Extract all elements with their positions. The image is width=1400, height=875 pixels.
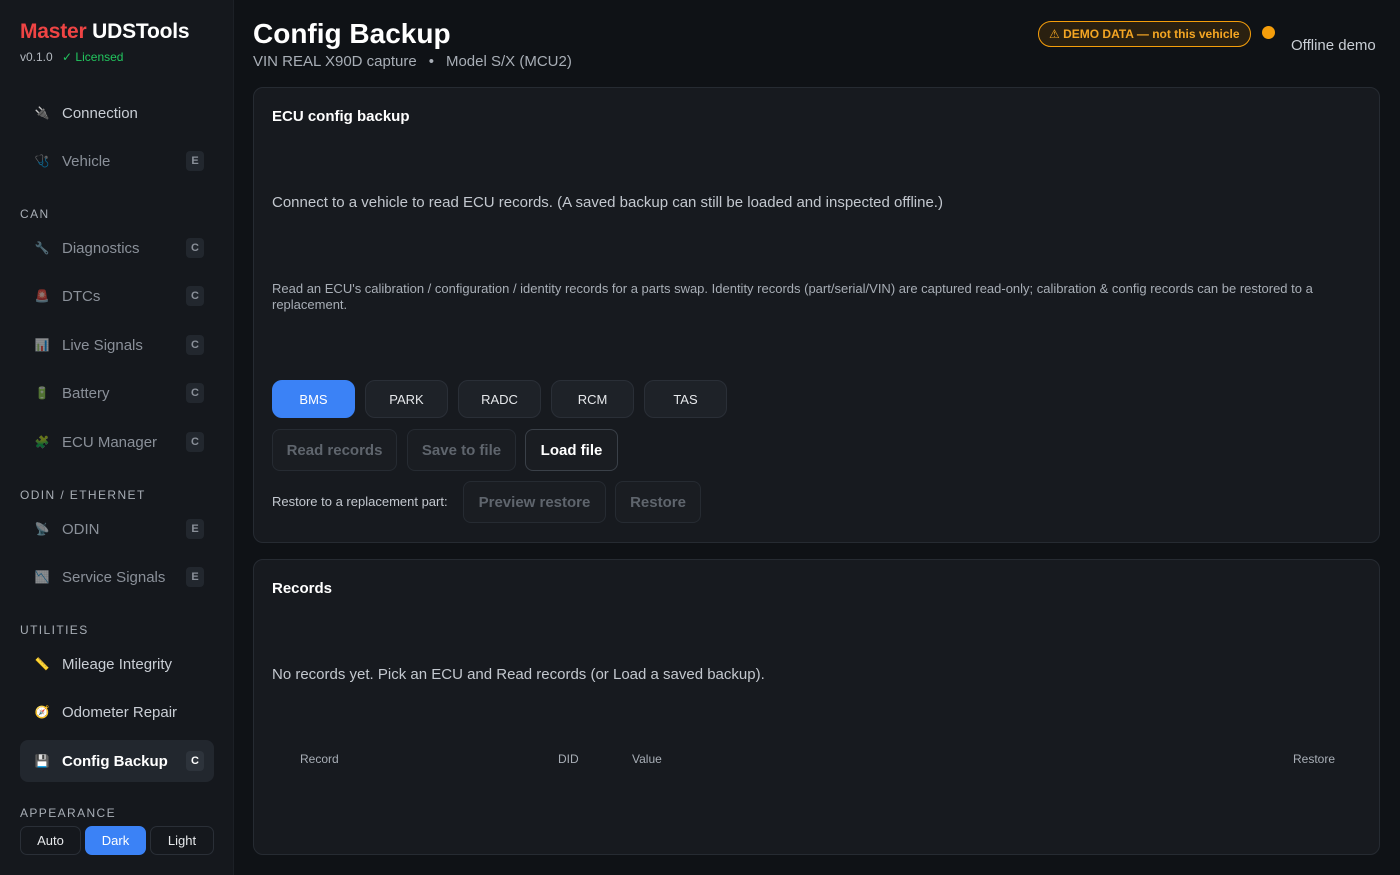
sidebar-item-service-signals[interactable]: 📉 Service Signals E — [20, 556, 214, 598]
card-title: Records — [272, 580, 333, 597]
appearance-toggle: Auto Dark Light — [20, 826, 214, 855]
separator-dot: • — [428, 53, 434, 70]
vin-label: VIN REAL X90D capture — [253, 53, 417, 70]
sidebar-item-mileage-integrity[interactable]: 📏 Mileage Integrity — [20, 643, 214, 685]
sidebar-item-dtcs[interactable]: 🚨 DTCs C — [20, 275, 214, 317]
gauge-icon: 🧭 — [34, 705, 50, 719]
backup-description: Read an ECU's calibration / configuratio… — [272, 281, 1313, 312]
plug-icon: 🔌 — [34, 106, 50, 120]
sidebar-item-label: DTCs — [62, 287, 101, 305]
section-odin-ethernet: ODIN / ETHERNET — [20, 488, 146, 502]
sidebar-item-odin[interactable]: 📡 ODIN E — [20, 508, 214, 550]
sidebar-item-config-backup[interactable]: 💾 Config Backup C — [20, 740, 214, 782]
ecu-selector: BMS PARK RADC RCM TAS — [272, 380, 727, 418]
ecu-tab-bms[interactable]: BMS — [272, 380, 355, 418]
app-logo: Master UDSTools — [20, 20, 190, 44]
preview-restore-button[interactable]: Preview restore — [463, 481, 606, 523]
sidebar-item-live-signals[interactable]: 📊 Live Signals C — [20, 324, 214, 366]
sidebar-item-odometer-repair[interactable]: 🧭 Odometer Repair — [20, 691, 214, 733]
section-utilities: UTILITIES — [20, 623, 89, 637]
sidebar-item-ecu-manager[interactable]: 🧩 ECU Manager C — [20, 421, 214, 463]
sidebar-item-connection[interactable]: 🔌 Connection — [20, 92, 214, 134]
read-records-button[interactable]: Read records — [272, 429, 397, 471]
sidebar-item-label: Mileage Integrity — [62, 655, 173, 673]
battery-icon: 🔋 — [34, 386, 50, 400]
appearance-dark-button[interactable]: Dark — [85, 826, 146, 855]
version-label: v0.1.0 — [20, 50, 53, 64]
ruler-icon: 📏 — [34, 657, 50, 671]
column-header-record: Record — [300, 752, 339, 766]
connection-status-dot — [1262, 26, 1275, 39]
vehicle-subtitle: VIN REAL X90D capture • Model S/X (MCU2) — [253, 53, 572, 70]
section-appearance: APPEARANCE — [20, 806, 117, 820]
restore-label: Restore to a replacement part: — [272, 494, 448, 509]
column-header-restore: Restore — [1293, 752, 1336, 766]
transport-badge: E — [186, 519, 204, 539]
transport-badge: C — [186, 751, 204, 771]
sidebar-item-label: Live Signals — [62, 336, 143, 354]
transport-badge: C — [186, 432, 204, 452]
records-empty-message: No records yet. Pick an ECU and Read rec… — [272, 666, 765, 683]
load-file-button[interactable]: Load file — [525, 429, 618, 471]
puzzle-icon: 🧩 — [34, 435, 50, 449]
model-label: Model S/X (MCU2) — [445, 53, 572, 70]
appearance-light-button[interactable]: Light — [150, 826, 214, 855]
connect-message: Connect to a vehicle to read ECU records… — [272, 194, 943, 211]
sidebar-item-label: Battery — [62, 384, 110, 402]
brand-master: Master — [20, 20, 87, 43]
sidebar-item-battery[interactable]: 🔋 Battery C — [20, 372, 214, 414]
sidebar-item-label: Odometer Repair — [62, 703, 178, 721]
ecu-tab-tas[interactable]: TAS — [644, 380, 727, 418]
transport-badge: C — [186, 286, 204, 306]
sidebar-item-label: Vehicle — [62, 152, 111, 170]
connection-status-text: Offline demo — [1291, 37, 1376, 54]
restore-button[interactable]: Restore — [615, 481, 701, 523]
transport-badge: C — [186, 335, 204, 355]
floppy-icon: 💾 — [34, 754, 50, 768]
sidebar-item-label: Service Signals — [62, 568, 166, 586]
appearance-auto-button[interactable]: Auto — [20, 826, 81, 855]
transport-badge: C — [186, 383, 204, 403]
wrench-icon: 🔧 — [34, 241, 50, 255]
alarm-icon: 🚨 — [34, 289, 50, 303]
ecu-config-backup-card: ECU config backup Connect to a vehicle t… — [253, 87, 1380, 543]
column-header-value: Value — [632, 752, 662, 766]
transport-badge: C — [186, 238, 204, 258]
page-title: Config Backup — [253, 18, 451, 49]
sidebar-item-label: Connection — [62, 104, 138, 122]
column-header-did: DID — [558, 752, 579, 766]
sidebar: Master UDSTools v0.1.0 ✓ Licensed 🔌 Conn… — [0, 0, 234, 875]
chart-icon: 📊 — [34, 338, 50, 352]
card-title: ECU config backup — [272, 108, 410, 125]
ecu-tab-park[interactable]: PARK — [365, 380, 448, 418]
stethoscope-icon: 🩺 — [34, 154, 50, 168]
transport-badge: E — [186, 567, 204, 587]
version-info: v0.1.0 ✓ Licensed — [20, 50, 123, 64]
demo-data-badge: ⚠ DEMO DATA — not this vehicle — [1038, 21, 1251, 47]
brand-udstools: UDSTools — [92, 20, 190, 43]
sidebar-item-label: ECU Manager — [62, 433, 158, 451]
chart-down-icon: 📉 — [34, 570, 50, 584]
ecu-tab-rcm[interactable]: RCM — [551, 380, 634, 418]
save-to-file-button[interactable]: Save to file — [407, 429, 516, 471]
ecu-tab-radc[interactable]: RADC — [458, 380, 541, 418]
sidebar-item-label: ODIN — [62, 520, 100, 538]
sidebar-item-label: Config Backup — [62, 752, 168, 770]
sidebar-item-diagnostics[interactable]: 🔧 Diagnostics C — [20, 227, 214, 269]
records-card: Records No records yet. Pick an ECU and … — [253, 559, 1380, 855]
license-status: ✓ Licensed — [62, 50, 124, 64]
satellite-icon: 📡 — [34, 522, 50, 536]
section-can: CAN — [20, 207, 50, 221]
sidebar-item-label: Diagnostics — [62, 239, 140, 257]
sidebar-item-vehicle[interactable]: 🩺 Vehicle E — [20, 140, 214, 182]
transport-badge: E — [186, 151, 204, 171]
